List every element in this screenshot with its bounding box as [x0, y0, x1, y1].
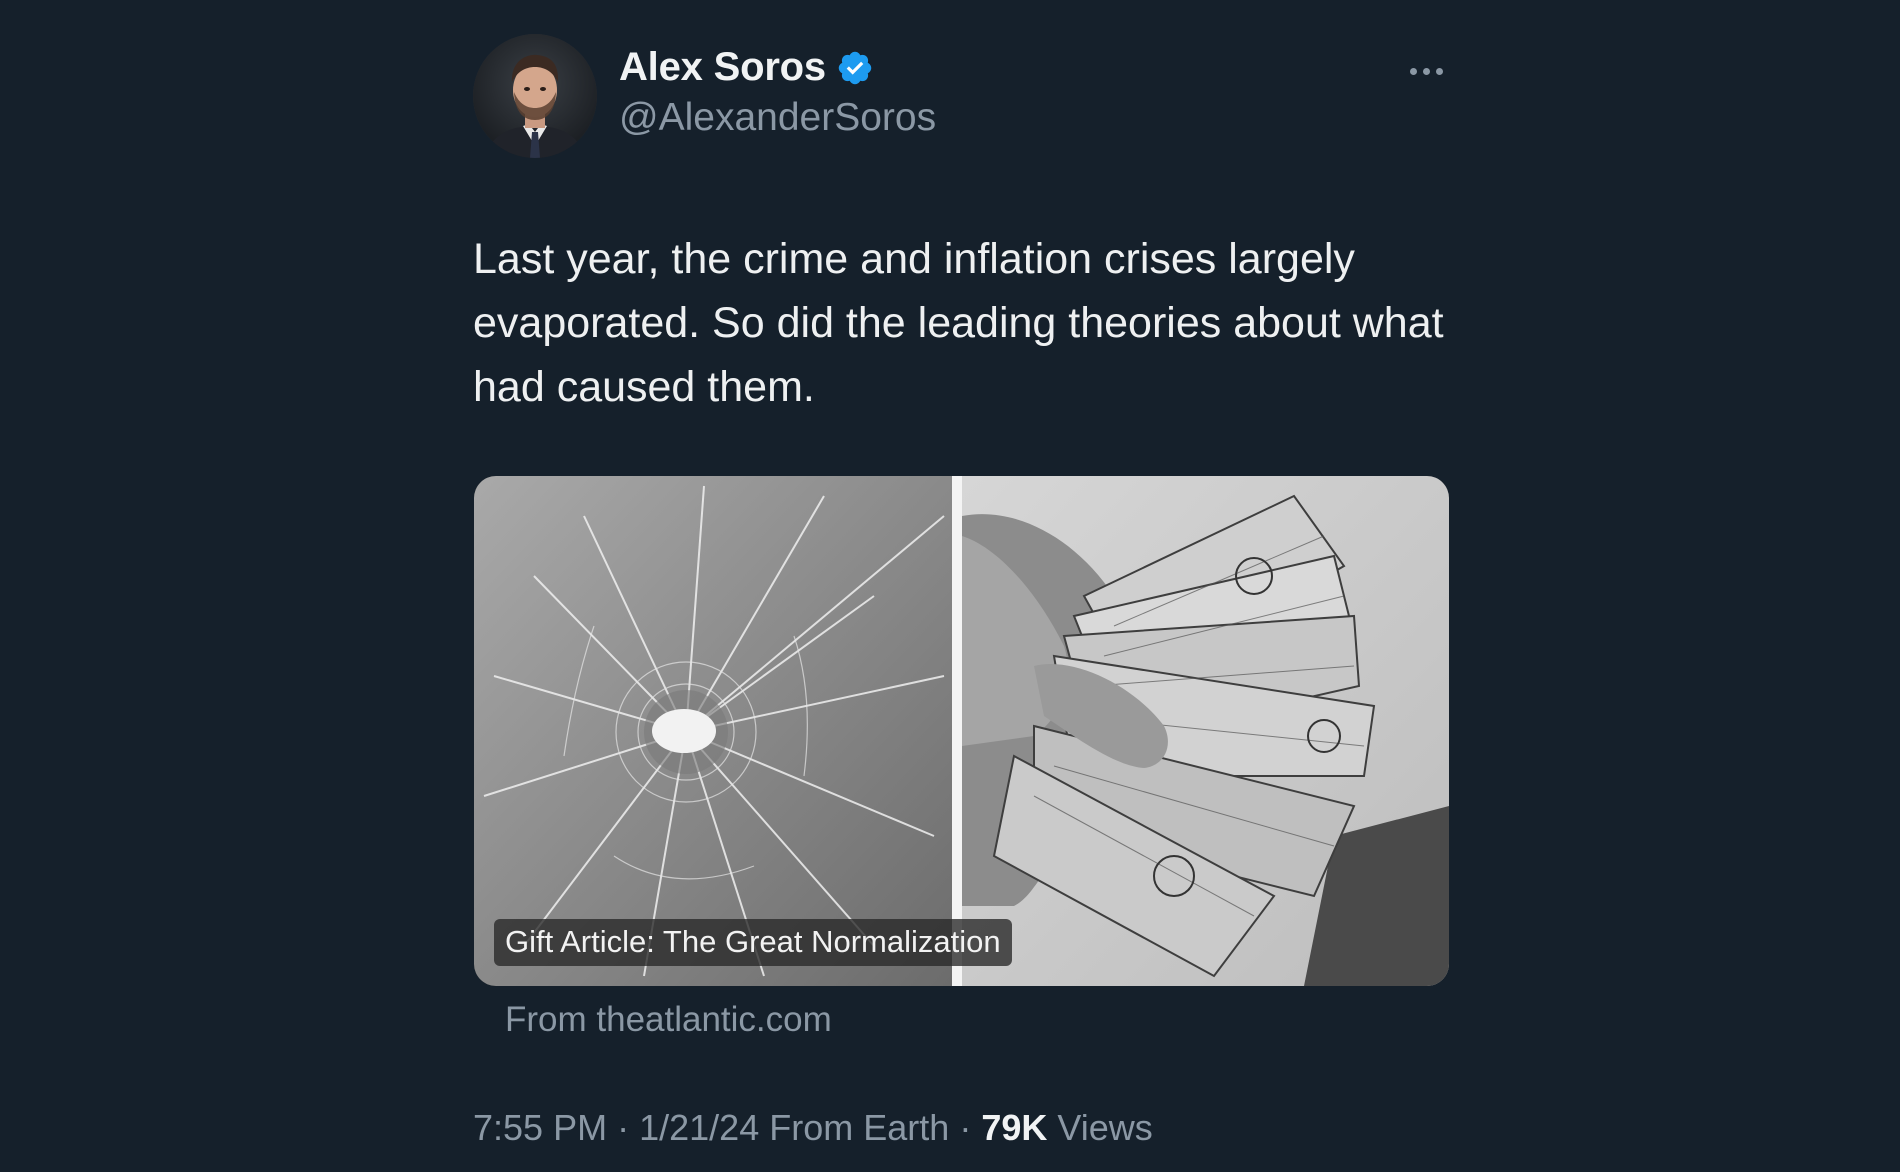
tweet-metadata: 7:55 PM · 1/21/24 From Earth · 79K Views [473, 1107, 1153, 1149]
card-caption: Gift Article: The Great Normalization [494, 919, 1012, 966]
tweet-date[interactable]: 1/21/24 [639, 1107, 759, 1148]
tweet-origin: From Earth [769, 1107, 950, 1148]
card-image [474, 476, 1449, 986]
author-handle[interactable]: @AlexanderSoros [619, 96, 936, 140]
avatar-image [473, 34, 597, 158]
avatar[interactable] [473, 34, 597, 158]
tweet: Alex Soros @AlexanderSoros Last year, th… [473, 32, 1449, 1172]
tweet-time[interactable]: 7:55 PM [473, 1107, 607, 1148]
views-count: 79K [981, 1107, 1048, 1148]
more-options-icon[interactable] [1403, 62, 1449, 80]
verified-badge-icon [836, 49, 874, 87]
views-label: Views [1057, 1107, 1153, 1148]
meta-separator: · [617, 1107, 630, 1148]
meta-separator: · [959, 1107, 972, 1148]
card-source[interactable]: From theatlantic.com [505, 1000, 832, 1040]
tweet-header: Alex Soros @AlexanderSoros [473, 32, 1449, 162]
link-card[interactable]: Gift Article: The Great Normalization [474, 476, 1449, 986]
author-name-row: Alex Soros [619, 42, 874, 92]
tweet-text: Last year, the crime and inflation crise… [473, 235, 1444, 411]
display-name[interactable]: Alex Soros [619, 45, 826, 90]
